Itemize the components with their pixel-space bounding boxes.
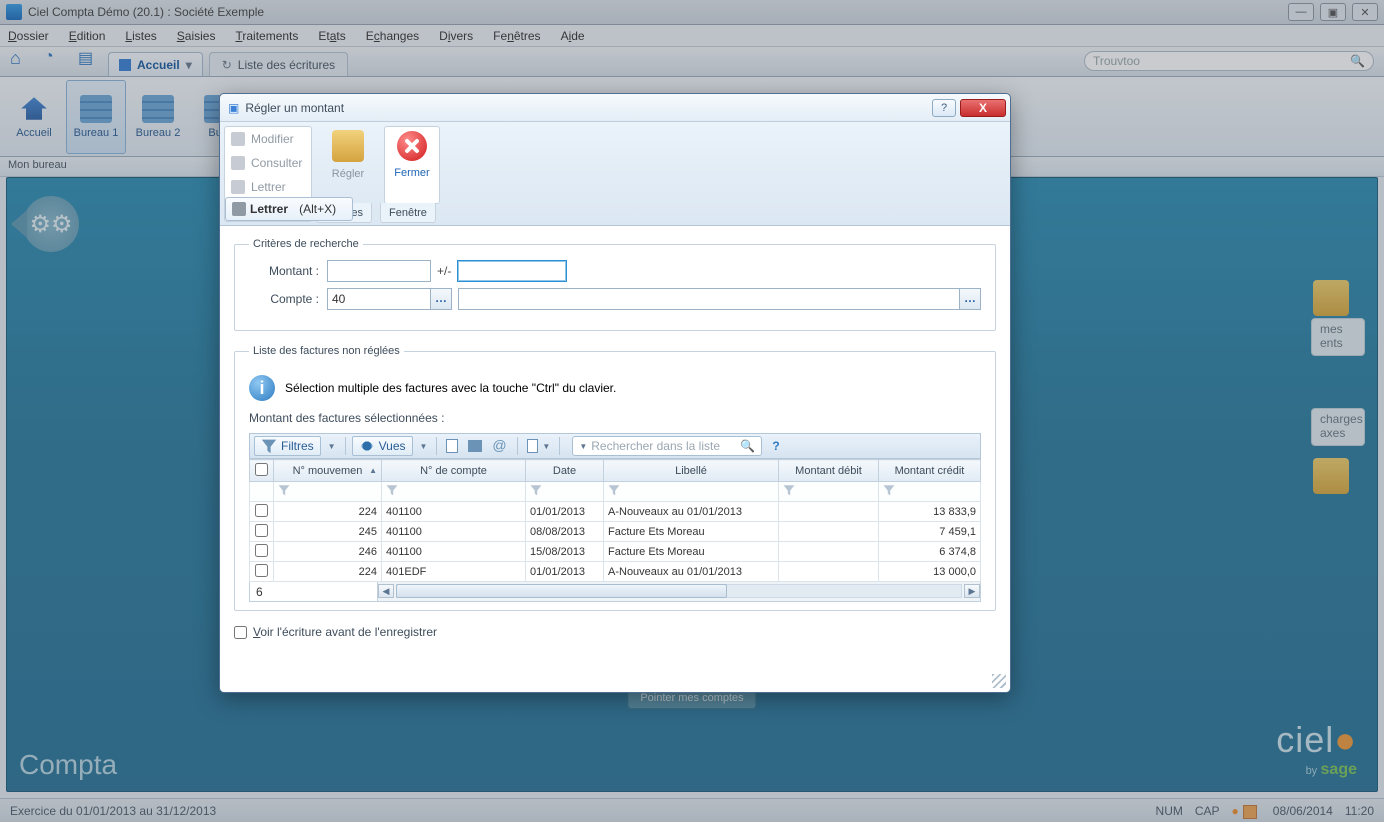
grid-clip-button[interactable]: ▼ bbox=[524, 436, 553, 456]
letter-icon bbox=[232, 202, 246, 216]
table-row[interactable]: 224401EDF01/01/2013A-Nouveaux au 01/01/2… bbox=[250, 562, 981, 582]
input-compte-code[interactable] bbox=[327, 288, 431, 310]
filter-icon[interactable] bbox=[608, 484, 620, 496]
invoice-grid: N° mouvemen N° de compte Date Libellé Mo… bbox=[249, 459, 981, 582]
col-check[interactable] bbox=[250, 460, 274, 482]
grid-filtres-dd[interactable]: ▼ bbox=[325, 436, 339, 456]
filter-icon[interactable] bbox=[530, 484, 542, 496]
grid-footer: 6 ◀ ▶ bbox=[249, 582, 981, 602]
toolbar-fermer-label: Fermer bbox=[394, 167, 429, 179]
lookup-compte-name-button[interactable]: … bbox=[959, 288, 981, 310]
dialog-regler-montant: ▣ Régler un montant ? X Modifier Consult… bbox=[219, 93, 1011, 693]
grid-vues-button[interactable]: Vues bbox=[352, 436, 413, 456]
table-row[interactable]: 24540110008/08/2013Facture Ets Moreau7 4… bbox=[250, 522, 981, 542]
col-credit[interactable]: Montant crédit bbox=[879, 460, 981, 482]
grid-toolbar: Filtres ▼ Vues ▼ @ ▼ ▼Rechercher dans la… bbox=[249, 433, 981, 459]
close-icon bbox=[397, 131, 427, 161]
fieldset-criteres: Critères de recherche Montant : +/- Comp… bbox=[234, 238, 996, 331]
table-row[interactable]: 22440110001/01/2013A-Nouveaux au 01/01/2… bbox=[250, 502, 981, 522]
grid-hscroll[interactable]: ◀ ▶ bbox=[378, 582, 980, 601]
filter-icon[interactable] bbox=[883, 484, 895, 496]
sub-label: Montant des factures sélectionnées : bbox=[249, 411, 981, 425]
table-row[interactable]: 24640110015/08/2013Facture Ets Moreau6 3… bbox=[250, 542, 981, 562]
check-voir-ecriture-label: oir l'écriture avant de l'enregistrer bbox=[260, 625, 437, 639]
filter-icon[interactable] bbox=[278, 484, 290, 496]
eye-icon bbox=[359, 438, 375, 454]
check-voir-ecriture[interactable]: Voir l'écriture avant de l'enregistrer bbox=[234, 625, 996, 639]
filter-icon bbox=[261, 438, 277, 454]
clipboard-icon bbox=[527, 439, 538, 453]
dialog-titlebar[interactable]: ▣ Régler un montant ? X bbox=[220, 94, 1010, 122]
legend-criteres: Critères de recherche bbox=[249, 238, 363, 250]
search-icon: 🔍 bbox=[740, 439, 755, 453]
label-montant: Montant : bbox=[249, 264, 319, 278]
resize-handle[interactable] bbox=[992, 674, 1006, 688]
grid-search[interactable]: ▼Rechercher dans la liste🔍 bbox=[572, 436, 762, 456]
grid-at-button[interactable]: @ bbox=[489, 436, 511, 456]
grid-search-placeholder: Rechercher dans la liste bbox=[591, 439, 720, 453]
col-mouvement[interactable]: N° mouvemen bbox=[274, 460, 382, 482]
scroll-right-button[interactable]: ▶ bbox=[964, 584, 980, 598]
label-pm: +/- bbox=[437, 264, 451, 278]
col-compte[interactable]: N° de compte bbox=[382, 460, 526, 482]
dialog-close-button[interactable]: X bbox=[960, 99, 1006, 117]
filter-icon[interactable] bbox=[783, 484, 795, 496]
edit-icon bbox=[231, 132, 245, 146]
toolbar-regler-label: Régler bbox=[332, 168, 364, 180]
lookup-compte-button[interactable]: … bbox=[430, 288, 452, 310]
input-montant[interactable] bbox=[327, 260, 431, 282]
fieldset-liste: Liste des factures non réglées i Sélecti… bbox=[234, 345, 996, 611]
dialog-title: Régler un montant bbox=[245, 101, 344, 115]
toolbar-group-actions: Modifier Consulter Lettrer Lettrer (Alt+… bbox=[224, 126, 312, 222]
pay-icon bbox=[332, 130, 364, 162]
toolbar-group-fenetre[interactable]: Fenêtre bbox=[380, 203, 436, 223]
check-voir-ecriture-box[interactable] bbox=[234, 626, 247, 639]
col-date[interactable]: Date bbox=[526, 460, 604, 482]
dialog-icon: ▣ bbox=[228, 101, 239, 115]
dialog-body: Critères de recherche Montant : +/- Comp… bbox=[220, 226, 1010, 639]
toolbar-tab-lettrer[interactable]: Lettrer (Alt+X) bbox=[225, 197, 353, 221]
input-tolerance[interactable] bbox=[457, 260, 567, 282]
at-icon: @ bbox=[492, 438, 508, 454]
grid-filter-row bbox=[250, 482, 981, 502]
info-text: Sélection multiple des factures avec la … bbox=[285, 381, 616, 395]
grid-vues-dd[interactable]: ▼ bbox=[417, 436, 431, 456]
print-icon bbox=[468, 440, 482, 452]
grid-header: N° mouvemen N° de compte Date Libellé Mo… bbox=[250, 460, 981, 482]
doc-icon bbox=[446, 439, 458, 453]
toolbar-fermer[interactable]: Fermer bbox=[384, 126, 440, 204]
scroll-left-button[interactable]: ◀ bbox=[378, 584, 394, 598]
grid-count: 6 bbox=[250, 582, 378, 601]
toolbar-regler[interactable]: Régler bbox=[320, 126, 376, 204]
grid-help[interactable]: ? bbox=[772, 439, 779, 453]
toolbar-modifier[interactable]: Modifier bbox=[225, 127, 311, 151]
info-row: i Sélection multiple des factures avec l… bbox=[249, 375, 981, 401]
grid-doc-button[interactable] bbox=[443, 436, 461, 456]
filter-icon[interactable] bbox=[386, 484, 398, 496]
view-icon bbox=[231, 156, 245, 170]
label-compte: Compte : bbox=[249, 292, 319, 306]
toolbar-consulter[interactable]: Consulter bbox=[225, 151, 311, 175]
dialog-help-button[interactable]: ? bbox=[932, 99, 956, 117]
toolbar-lettrer[interactable]: Lettrer bbox=[225, 175, 311, 199]
dialog-toolbar: Modifier Consulter Lettrer Lettrer (Alt+… bbox=[220, 122, 1010, 226]
grid-filtres-button[interactable]: Filtres bbox=[254, 436, 321, 456]
letter-icon bbox=[231, 180, 245, 194]
col-libelle[interactable]: Libellé bbox=[604, 460, 779, 482]
grid-print-button[interactable] bbox=[465, 436, 485, 456]
legend-liste: Liste des factures non réglées bbox=[249, 345, 404, 357]
input-compte-name[interactable] bbox=[458, 288, 960, 310]
info-icon: i bbox=[249, 375, 275, 401]
col-debit[interactable]: Montant débit bbox=[779, 460, 879, 482]
